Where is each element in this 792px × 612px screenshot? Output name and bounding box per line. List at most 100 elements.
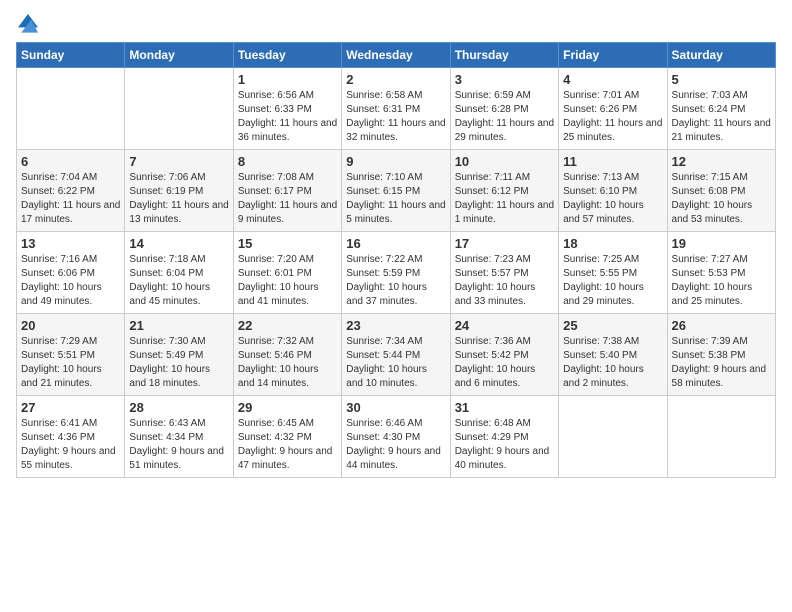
day-info: Sunrise: 7:06 AM Sunset: 6:19 PM Dayligh… — [129, 171, 228, 227]
calendar-cell: 10 Sunrise: 7:11 AM Sunset: 6:12 PM Dayli… — [450, 150, 558, 232]
calendar-cell: 1 Sunrise: 6:56 AM Sunset: 6:33 PM Daylig… — [233, 68, 341, 150]
day-info: Sunrise: 7:32 AM Sunset: 5:46 PM Dayligh… — [238, 335, 337, 391]
calendar-week-1: 1 Sunrise: 6:56 AM Sunset: 6:33 PM Daylig… — [17, 68, 776, 150]
day-number: 15 — [238, 236, 337, 251]
day-info: Sunrise: 7:15 AM Sunset: 6:08 PM Dayligh… — [672, 171, 771, 227]
day-number: 9 — [346, 154, 445, 169]
day-number: 20 — [21, 318, 120, 333]
calendar-cell: 28 Sunrise: 6:43 AM Sunset: 4:34 PM Dayli… — [125, 396, 233, 478]
day-info: Sunrise: 7:34 AM Sunset: 5:44 PM Dayligh… — [346, 335, 445, 391]
day-header-thursday: Thursday — [450, 43, 558, 68]
day-number: 16 — [346, 236, 445, 251]
day-info: Sunrise: 7:08 AM Sunset: 6:17 PM Dayligh… — [238, 171, 337, 227]
header — [16, 16, 776, 34]
calendar-week-3: 13Sunrise: 7:16 AM Sunset: 6:06 PM Dayli… — [17, 232, 776, 314]
calendar-cell: 3Sunrise: 6:59 AM Sunset: 6:28 PM Daylig… — [450, 68, 558, 150]
logo-icon — [18, 14, 38, 34]
day-number: 22 — [238, 318, 337, 333]
calendar-cell: 31Sunrise: 6:48 AM Sunset: 4:29 PM Dayli… — [450, 396, 558, 478]
calendar-cell: 30 Sunrise: 6:46 AM Sunset: 4:30 PM Dayli… — [342, 396, 450, 478]
day-info: Sunrise: 7:27 AM Sunset: 5:53 PM Dayligh… — [672, 253, 771, 309]
calendar-cell: 23 Sunrise: 7:34 AM Sunset: 5:44 PM Dayli… — [342, 314, 450, 396]
calendar-cell: 7 Sunrise: 7:06 AM Sunset: 6:19 PM Daylig… — [125, 150, 233, 232]
day-number: 26 — [672, 318, 771, 333]
day-number: 14 — [129, 236, 228, 251]
calendar-cell: 13Sunrise: 7:16 AM Sunset: 6:06 PM Dayli… — [17, 232, 125, 314]
day-info: Sunrise: 7:18 AM Sunset: 6:04 PM Dayligh… — [129, 253, 228, 309]
calendar-cell: 25Sunrise: 7:38 AM Sunset: 5:40 PM Dayli… — [559, 314, 667, 396]
day-number: 8 — [238, 154, 337, 169]
day-number: 29 — [238, 400, 337, 415]
calendar-cell — [125, 68, 233, 150]
calendar-cell: 22 Sunrise: 7:32 AM Sunset: 5:46 PM Dayli… — [233, 314, 341, 396]
calendar-cell: 19 Sunrise: 7:27 AM Sunset: 5:53 PM Dayli… — [667, 232, 775, 314]
day-number: 21 — [129, 318, 228, 333]
day-info: Sunrise: 7:20 AM Sunset: 6:01 PM Dayligh… — [238, 253, 337, 309]
day-number: 5 — [672, 72, 771, 87]
day-number: 1 — [238, 72, 337, 87]
day-info: Sunrise: 7:25 AM Sunset: 5:55 PM Dayligh… — [563, 253, 662, 309]
day-number: 28 — [129, 400, 228, 415]
calendar-cell: 17 Sunrise: 7:23 AM Sunset: 5:57 PM Dayli… — [450, 232, 558, 314]
day-info: Sunrise: 6:46 AM Sunset: 4:30 PM Dayligh… — [346, 417, 445, 473]
day-number: 12 — [672, 154, 771, 169]
day-header-saturday: Saturday — [667, 43, 775, 68]
calendar-cell: 16 Sunrise: 7:22 AM Sunset: 5:59 PM Dayli… — [342, 232, 450, 314]
day-info: Sunrise: 6:59 AM Sunset: 6:28 PM Dayligh… — [455, 89, 554, 145]
day-info: Sunrise: 7:36 AM Sunset: 5:42 PM Dayligh… — [455, 335, 554, 391]
calendar-week-2: 6 Sunrise: 7:04 AM Sunset: 6:22 PM Daylig… — [17, 150, 776, 232]
calendar-week-5: 27 Sunrise: 6:41 AM Sunset: 4:36 PM Dayli… — [17, 396, 776, 478]
day-number: 27 — [21, 400, 120, 415]
calendar-cell: 18 Sunrise: 7:25 AM Sunset: 5:55 PM Dayli… — [559, 232, 667, 314]
day-info: Sunrise: 6:45 AM Sunset: 4:32 PM Dayligh… — [238, 417, 337, 473]
day-info: Sunrise: 6:48 AM Sunset: 4:29 PM Dayligh… — [455, 417, 554, 473]
calendar-cell: 21 Sunrise: 7:30 AM Sunset: 5:49 PM Dayli… — [125, 314, 233, 396]
day-info: Sunrise: 6:58 AM Sunset: 6:31 PM Dayligh… — [346, 89, 445, 145]
day-number: 7 — [129, 154, 228, 169]
calendar-cell: 12 Sunrise: 7:15 AM Sunset: 6:08 PM Dayli… — [667, 150, 775, 232]
calendar-header-row: SundayMondayTuesdayWednesdayThursdayFrid… — [17, 43, 776, 68]
day-info: Sunrise: 7:38 AM Sunset: 5:40 PM Dayligh… — [563, 335, 662, 391]
calendar-cell: 5 Sunrise: 7:03 AM Sunset: 6:24 PM Daylig… — [667, 68, 775, 150]
day-info: Sunrise: 6:56 AM Sunset: 6:33 PM Dayligh… — [238, 89, 337, 145]
calendar-cell: 29 Sunrise: 6:45 AM Sunset: 4:32 PM Dayli… — [233, 396, 341, 478]
day-info: Sunrise: 7:11 AM Sunset: 6:12 PM Dayligh… — [455, 171, 554, 227]
calendar-week-4: 20 Sunrise: 7:29 AM Sunset: 5:51 PM Dayli… — [17, 314, 776, 396]
calendar-cell: 4Sunrise: 7:01 AM Sunset: 6:26 PM Daylig… — [559, 68, 667, 150]
day-header-monday: Monday — [125, 43, 233, 68]
day-info: Sunrise: 7:10 AM Sunset: 6:15 PM Dayligh… — [346, 171, 445, 227]
page: SundayMondayTuesdayWednesdayThursdayFrid… — [0, 0, 792, 494]
day-number: 6 — [21, 154, 120, 169]
day-header-wednesday: Wednesday — [342, 43, 450, 68]
calendar-cell — [559, 396, 667, 478]
calendar-cell — [667, 396, 775, 478]
calendar-cell: 2 Sunrise: 6:58 AM Sunset: 6:31 PM Daylig… — [342, 68, 450, 150]
day-number: 10 — [455, 154, 554, 169]
calendar-table: SundayMondayTuesdayWednesdayThursdayFrid… — [16, 42, 776, 478]
day-number: 18 — [563, 236, 662, 251]
day-info: Sunrise: 7:23 AM Sunset: 5:57 PM Dayligh… — [455, 253, 554, 309]
calendar-cell: 8 Sunrise: 7:08 AM Sunset: 6:17 PM Daylig… — [233, 150, 341, 232]
day-info: Sunrise: 7:01 AM Sunset: 6:26 PM Dayligh… — [563, 89, 662, 145]
calendar-cell: 11 Sunrise: 7:13 AM Sunset: 6:10 PM Dayli… — [559, 150, 667, 232]
day-number: 17 — [455, 236, 554, 251]
day-info: Sunrise: 7:22 AM Sunset: 5:59 PM Dayligh… — [346, 253, 445, 309]
day-info: Sunrise: 7:30 AM Sunset: 5:49 PM Dayligh… — [129, 335, 228, 391]
day-number: 11 — [563, 154, 662, 169]
day-number: 2 — [346, 72, 445, 87]
calendar-cell: 26Sunrise: 7:39 AM Sunset: 5:38 PM Dayli… — [667, 314, 775, 396]
day-info: Sunrise: 7:13 AM Sunset: 6:10 PM Dayligh… — [563, 171, 662, 227]
day-number: 30 — [346, 400, 445, 415]
calendar-cell: 20 Sunrise: 7:29 AM Sunset: 5:51 PM Dayli… — [17, 314, 125, 396]
calendar-cell: 27 Sunrise: 6:41 AM Sunset: 4:36 PM Dayli… — [17, 396, 125, 478]
day-info: Sunrise: 6:43 AM Sunset: 4:34 PM Dayligh… — [129, 417, 228, 473]
day-info: Sunrise: 7:04 AM Sunset: 6:22 PM Dayligh… — [21, 171, 120, 227]
day-number: 13 — [21, 236, 120, 251]
day-number: 23 — [346, 318, 445, 333]
day-info: Sunrise: 6:41 AM Sunset: 4:36 PM Dayligh… — [21, 417, 120, 473]
day-number: 19 — [672, 236, 771, 251]
day-info: Sunrise: 7:03 AM Sunset: 6:24 PM Dayligh… — [672, 89, 771, 145]
calendar-cell: 9 Sunrise: 7:10 AM Sunset: 6:15 PM Daylig… — [342, 150, 450, 232]
day-info: Sunrise: 7:29 AM Sunset: 5:51 PM Dayligh… — [21, 335, 120, 391]
logo — [16, 16, 38, 34]
